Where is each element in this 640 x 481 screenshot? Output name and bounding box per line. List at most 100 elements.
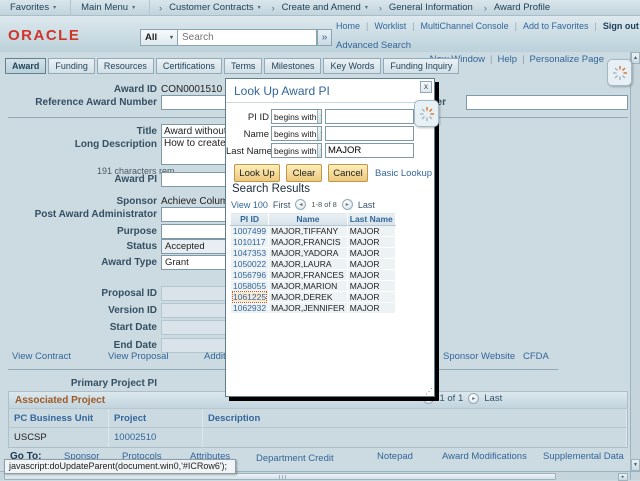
select-arrow-icon: ▼ [317,110,322,123]
close-icon[interactable]: x [420,81,432,93]
name-cell: MAJOR,TIFFANY [269,226,348,237]
pagination-last[interactable]: Last [358,200,375,210]
pi-id-link[interactable]: 1007499 [233,226,266,236]
last-name-cell: MAJOR [347,248,395,259]
chevron-down-icon: ▾ [365,4,368,11]
advanced-search-link[interactable]: Advanced Search [336,40,411,51]
scroll-down-icon[interactable]: ▼ [631,459,640,471]
horizontal-scrollbar-thumb[interactable] [4,473,556,480]
search-input[interactable] [177,29,317,46]
goto-award-modifications-link[interactable]: Award Modifications [442,451,527,462]
purpose-label: Purpose [0,226,157,237]
scroll-up-icon[interactable]: ▲ [631,52,640,64]
breadcrumb-item-favorites[interactable]: Favorites ▾ [6,0,71,16]
page-tabs: Award Funding Resources Certifications T… [5,58,459,74]
pi-id-label: PI ID [226,112,269,123]
tab-certifications[interactable]: Certifications [156,58,222,74]
help-link[interactable]: Help [498,54,518,65]
result-row: 1007499 MAJOR,TIFFANY MAJOR [231,226,396,237]
home-link[interactable]: Home [336,21,360,31]
vertical-scrollbar[interactable]: ▲ ▼ [630,52,640,471]
cfda-link[interactable]: CFDA [523,351,549,362]
look-up-button[interactable]: Look Up [234,164,280,182]
tab-terms[interactable]: Terms [224,58,263,74]
breadcrumb-item-main-menu[interactable]: Main Menu ▾ [77,0,150,16]
tab-key-words[interactable]: Key Words [323,58,381,74]
select-arrow-icon: ▼ [317,144,322,157]
cell-project-link[interactable]: 10002510 [109,428,203,447]
goto-notepad-link[interactable]: Notepad [377,451,413,462]
breadcrumb: Favorites ▾ Main Menu ▾ › Customer Contr… [0,0,640,16]
breadcrumb-item-general-information[interactable]: General Information [385,0,481,16]
end-date-label: End Date [0,340,157,351]
add-to-favorites-link[interactable]: Add to Favorites [523,21,589,31]
proposal-id-label: Proposal ID [0,288,157,299]
pi-id-link[interactable]: 1047353 [233,248,266,258]
breadcrumb-separator: › [269,3,278,13]
status-value: Accepted [165,241,205,252]
tab-award[interactable]: Award [5,58,46,74]
award-type-label: Award Type [0,257,157,268]
tab-funding-inquiry[interactable]: Funding Inquiry [383,58,459,74]
sponsor-website-link[interactable]: Sponsor Website [443,351,515,362]
chevron-down-icon: ▾ [132,4,135,11]
result-row: 1058055 MAJOR,MARION MAJOR [231,281,396,292]
link-separator: | [406,21,420,31]
associated-project-panel: Associated Project PC Business Unit Proj… [8,391,628,448]
tab-funding[interactable]: Funding [48,58,95,74]
previous-page-icon[interactable]: ◂ [295,199,306,210]
name-cell: MAJOR,JENNIFER [269,303,348,314]
cancel-button[interactable]: Cancel [328,164,368,182]
basic-lookup-link[interactable]: Basic Lookup [375,168,432,179]
next-page-icon[interactable]: ▸ [468,393,479,404]
result-row: 1062932 MAJOR,JENNIFER MAJOR [231,303,396,314]
chevron-down-icon: ▾ [170,34,173,41]
breadcrumb-item-create-and-amend[interactable]: Create and Amend ▾ [278,0,376,16]
breadcrumb-separator: › [156,3,165,13]
pi-id-link[interactable]: 1056796 [233,270,266,280]
tab-resources[interactable]: Resources [97,58,154,74]
partial-number-field[interactable] [466,95,628,110]
pi-id-link-focused[interactable]: 1061225 [233,292,266,302]
name-cell: MAJOR,MARION [269,281,348,292]
multichannel-console-link[interactable]: MultiChannel Console [421,21,509,31]
pi-id-field[interactable] [325,109,414,124]
last-name-operator-select[interactable]: begins with ▼ [271,143,322,158]
view-contract-link[interactable]: View Contract [12,351,71,362]
pi-id-link[interactable]: 1050022 [233,259,266,269]
pi-id-link[interactable]: 1062932 [233,303,266,313]
search-go-button[interactable]: » [317,29,332,46]
breadcrumb-separator: › [481,3,490,13]
name-operator-select[interactable]: begins with ▼ [271,126,322,141]
link-separator: | [509,21,523,31]
goto-supplemental-data-link[interactable]: Supplemental Data [543,451,624,462]
breadcrumb-item-customer-contracts[interactable]: Customer Contracts ▾ [165,0,269,16]
breadcrumb-label: Customer Contracts [169,2,253,13]
worklist-link[interactable]: Worklist [374,21,406,31]
search-scope-select[interactable]: All ▾ [140,29,178,46]
start-date-label: Start Date [0,322,157,333]
pi-id-link[interactable]: 1010117 [233,237,265,247]
peoplesoft-window: Favorites ▾ Main Menu ▾ › Customer Contr… [0,0,640,480]
pi-id-link[interactable]: 1058055 [233,281,266,291]
last-name-field[interactable] [325,143,414,158]
associated-project-grid: PC Business Unit Project Description USC… [9,409,627,447]
resize-grip-icon[interactable]: ⋰ [425,387,433,396]
clear-button[interactable]: Clear [286,164,322,182]
pagination-last[interactable]: Last [484,393,502,404]
breadcrumb-label: General Information [389,2,473,13]
next-page-icon[interactable]: ▸ [342,199,353,210]
last-name-cell: MAJOR [347,226,395,237]
column-header-pc-business-unit: PC Business Unit [9,409,109,428]
last-name-cell: MAJOR [347,237,395,248]
pi-id-operator-select[interactable]: begins with ▼ [271,109,322,124]
goto-department-credit-link[interactable]: Department Credit [256,453,334,464]
view-proposal-link[interactable]: View Proposal [108,351,169,362]
breadcrumb-label: Main Menu [81,2,128,13]
tab-milestones[interactable]: Milestones [264,58,321,74]
name-field[interactable] [325,126,414,141]
personalize-page-link[interactable]: Personalize Page [530,54,604,65]
sign-out-link[interactable]: Sign out [603,21,639,31]
pagination-first[interactable]: First [273,200,291,210]
view-100-link[interactable]: View 100 [231,200,268,210]
